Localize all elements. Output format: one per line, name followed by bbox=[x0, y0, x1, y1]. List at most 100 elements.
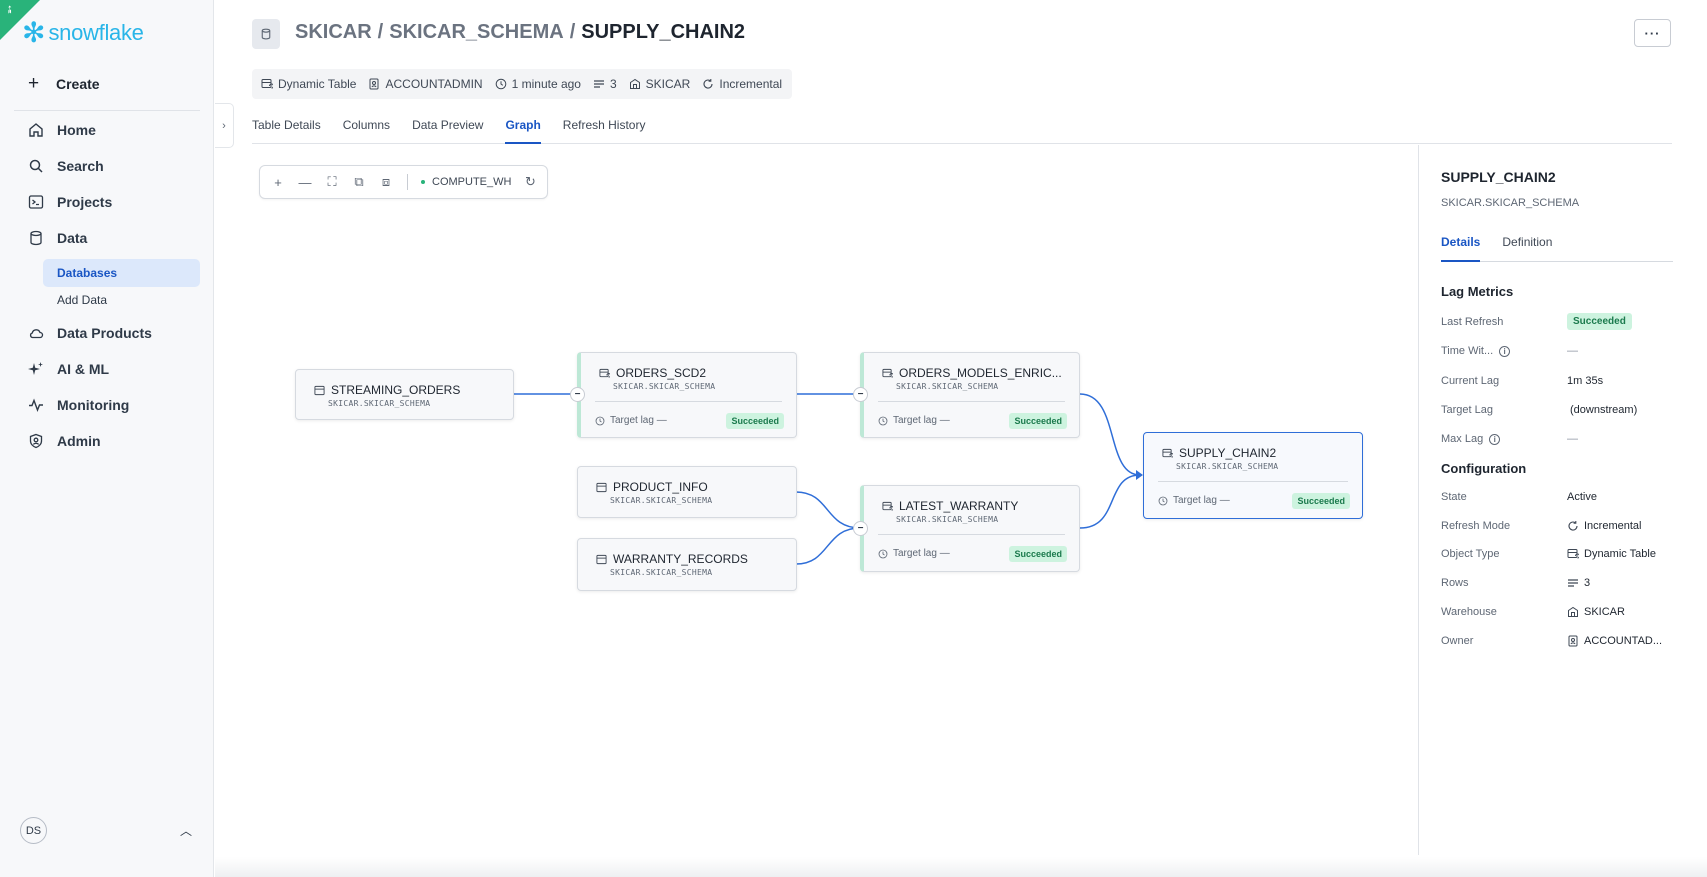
node-title: LATEST_WARRANTY bbox=[882, 499, 1018, 513]
row-value: Active bbox=[1567, 491, 1597, 503]
node-schema: SKICAR.SKICAR_SCHEMA bbox=[613, 382, 716, 391]
tab-definition[interactable]: Definition bbox=[1502, 235, 1552, 262]
collapse-upstream-button[interactable]: − bbox=[853, 387, 868, 402]
target-lag-row: Target Lag (downstream) bbox=[1441, 404, 1673, 416]
node-name: STREAMING_ORDERS bbox=[331, 383, 461, 397]
node-lag: Target lag — bbox=[595, 415, 667, 426]
role-icon bbox=[1568, 635, 1578, 647]
node-divider bbox=[878, 534, 1065, 535]
node-title: ORDERS_MODELS_ENRIC... bbox=[882, 366, 1062, 380]
info-icon[interactable]: i bbox=[1499, 345, 1511, 357]
node-lag-label: Target lag — bbox=[610, 415, 667, 426]
bottom-fade bbox=[215, 857, 1707, 877]
row-value: 3 bbox=[1584, 577, 1591, 589]
node-lag: Target lag — bbox=[878, 548, 950, 559]
row-value: Incremental bbox=[1584, 520, 1642, 532]
node-divider bbox=[1158, 481, 1348, 482]
clock-icon bbox=[878, 416, 888, 425]
node-title: SUPPLY_CHAIN2 bbox=[1162, 446, 1276, 460]
row-label-text: Time Wit... bbox=[1441, 345, 1494, 357]
node-schema: SKICAR.SKICAR_SCHEMA bbox=[610, 496, 713, 505]
node-schema: SKICAR.SKICAR_SCHEMA bbox=[896, 382, 999, 391]
graph-node-orders-models-enriched[interactable]: ORDERS_MODELS_ENRIC... SKICAR.SKICAR_SCH… bbox=[860, 352, 1080, 438]
row-label: Refresh Mode bbox=[1441, 520, 1511, 532]
node-title: WARRANTY_RECORDS bbox=[596, 552, 748, 566]
status-badge: Succeeded bbox=[1009, 546, 1067, 562]
last-refresh-row: Last Refresh Succeeded bbox=[1441, 313, 1673, 330]
table-icon bbox=[596, 554, 607, 564]
node-lag-label: Target lag — bbox=[1173, 495, 1230, 506]
node-schema: SKICAR.SKICAR_SCHEMA bbox=[1176, 462, 1279, 471]
collapse-upstream-button[interactable]: − bbox=[570, 387, 585, 402]
node-lag-label: Target lag — bbox=[893, 548, 950, 559]
node-title: ORDERS_SCD2 bbox=[599, 366, 706, 380]
row-value: — bbox=[1567, 345, 1578, 357]
graph-node-product-info[interactable]: PRODUCT_INFO SKICAR.SKICAR_SCHEMA bbox=[577, 466, 797, 518]
rows-row: Rows 3 bbox=[1441, 577, 1673, 589]
clock-icon bbox=[1158, 496, 1168, 505]
row-value: (downstream) bbox=[1570, 404, 1638, 416]
row-label: Time Wit... i bbox=[1441, 345, 1567, 357]
status-badge: Succeeded bbox=[1292, 493, 1350, 509]
tab-details[interactable]: Details bbox=[1441, 235, 1481, 262]
refresh-mode-row: Refresh Mode Incremental bbox=[1441, 520, 1673, 532]
graph-node-warranty-records[interactable]: WARRANTY_RECORDS SKICAR.SKICAR_SCHEMA bbox=[577, 538, 797, 591]
edge-product-to-warranty bbox=[795, 491, 861, 529]
node-name: ORDERS_MODELS_ENRIC... bbox=[899, 366, 1062, 380]
edge-models-to-supply bbox=[1079, 393, 1141, 476]
table-icon bbox=[314, 385, 325, 395]
node-name: LATEST_WARRANTY bbox=[899, 499, 1019, 513]
arrow-head bbox=[1136, 470, 1143, 480]
edge-warranty-to-supply bbox=[1079, 474, 1141, 529]
refresh-icon bbox=[1568, 521, 1578, 531]
clock-icon bbox=[595, 416, 605, 425]
row-label-text: Max Lag bbox=[1441, 433, 1484, 445]
node-divider bbox=[878, 401, 1065, 402]
graph-node-streaming-orders[interactable]: STREAMING_ORDERS SKICAR.SKICAR_SCHEMA bbox=[295, 369, 514, 420]
row-label: Rows bbox=[1441, 577, 1469, 589]
row-label: Last Refresh bbox=[1441, 315, 1504, 328]
node-schema: SKICAR.SKICAR_SCHEMA bbox=[328, 399, 431, 408]
edge-records-to-warranty bbox=[795, 527, 861, 565]
row-label: Warehouse bbox=[1441, 606, 1497, 618]
info-icon[interactable]: i bbox=[1489, 433, 1501, 445]
collapse-upstream-button[interactable]: − bbox=[853, 521, 868, 536]
lag-metrics-heading: Lag Metrics bbox=[1441, 284, 1514, 299]
node-schema: SKICAR.SKICAR_SCHEMA bbox=[896, 515, 999, 524]
row-label: Object Type bbox=[1441, 548, 1500, 560]
row-label: Owner bbox=[1441, 635, 1474, 647]
dynamic-table-icon bbox=[1567, 549, 1579, 559]
object-type-row: Object Type Dynamic Table bbox=[1441, 548, 1673, 560]
node-name: WARRANTY_RECORDS bbox=[613, 552, 748, 566]
node-title: PRODUCT_INFO bbox=[596, 480, 708, 494]
dynamic-table-icon bbox=[882, 501, 893, 511]
row-label: Target Lag bbox=[1441, 404, 1493, 416]
node-schema: SKICAR.SKICAR_SCHEMA bbox=[610, 568, 713, 577]
row-value: Dynamic Table bbox=[1584, 548, 1656, 560]
panel-title: SUPPLY_CHAIN2 bbox=[1441, 169, 1556, 185]
details-panel: SUPPLY_CHAIN2 SKICAR.SKICAR_SCHEMA Detai… bbox=[1418, 145, 1673, 855]
dynamic-table-icon bbox=[599, 368, 610, 378]
status-badge: Succeeded bbox=[1009, 413, 1067, 429]
row-label: Max Lag i bbox=[1441, 433, 1567, 445]
table-icon bbox=[596, 482, 607, 492]
time-within-row: Time Wit... i — bbox=[1441, 345, 1673, 357]
panel-subtitle: SKICAR.SKICAR_SCHEMA bbox=[1441, 197, 1580, 209]
configuration-heading: Configuration bbox=[1441, 461, 1527, 476]
status-badge: Succeeded bbox=[1567, 313, 1632, 330]
panel-tabs: Details Definition bbox=[1441, 235, 1673, 262]
graph-node-orders-scd2[interactable]: ORDERS_SCD2 SKICAR.SKICAR_SCHEMA Target … bbox=[577, 352, 797, 438]
status-badge: Succeeded bbox=[726, 413, 784, 429]
node-name: PRODUCT_INFO bbox=[613, 480, 708, 494]
state-row: State Active bbox=[1441, 491, 1673, 503]
node-lag: Target lag — bbox=[878, 415, 950, 426]
graph-node-latest-warranty[interactable]: LATEST_WARRANTY SKICAR.SKICAR_SCHEMA Tar… bbox=[860, 485, 1080, 572]
graph-node-supply-chain2[interactable]: SUPPLY_CHAIN2 SKICAR.SKICAR_SCHEMA Targe… bbox=[1143, 432, 1363, 519]
row-value: SKICAR bbox=[1584, 606, 1625, 618]
dynamic-table-icon bbox=[1162, 448, 1173, 458]
row-label: Current Lag bbox=[1441, 375, 1500, 387]
dynamic-table-icon bbox=[882, 368, 893, 378]
rows-icon bbox=[1568, 579, 1578, 587]
node-lag: Target lag — bbox=[1158, 495, 1230, 506]
clock-icon bbox=[878, 549, 888, 558]
